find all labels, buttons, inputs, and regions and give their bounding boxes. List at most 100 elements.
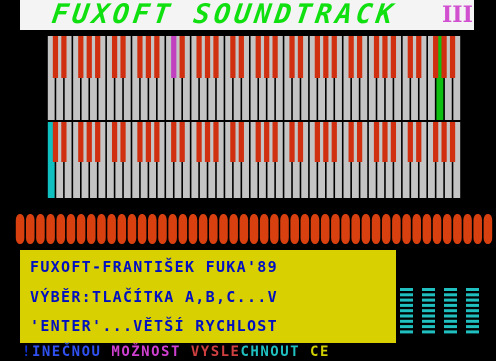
black-key[interactable] — [137, 122, 143, 162]
meter-segment — [444, 319, 457, 323]
meter-segment — [444, 325, 457, 329]
black-key[interactable] — [382, 122, 388, 162]
strip-svg — [15, 214, 493, 244]
black-key[interactable] — [145, 122, 152, 162]
black-key[interactable] — [356, 36, 363, 78]
black-key[interactable] — [382, 36, 388, 78]
meter-segment — [444, 298, 457, 302]
strip-cell — [453, 214, 462, 244]
meter-segment — [422, 293, 435, 297]
meter-segment — [466, 325, 479, 329]
black-key[interactable] — [78, 122, 84, 162]
strip-cell — [219, 214, 228, 244]
meter-svg — [400, 288, 479, 334]
black-key[interactable] — [204, 122, 211, 162]
black-key[interactable] — [331, 122, 337, 162]
black-key[interactable] — [433, 122, 439, 162]
meter-segment — [422, 330, 435, 334]
black-key[interactable] — [264, 122, 270, 162]
strip-cell — [320, 214, 330, 244]
black-key[interactable] — [111, 122, 118, 162]
black-key[interactable] — [78, 36, 84, 78]
meter-segment — [400, 319, 413, 323]
black-key[interactable] — [171, 36, 177, 78]
black-key[interactable] — [416, 36, 422, 78]
black-key[interactable] — [230, 36, 236, 78]
black-key[interactable] — [407, 122, 413, 162]
black-key[interactable] — [137, 36, 143, 78]
strip-cell — [56, 214, 66, 244]
black-key[interactable] — [390, 122, 397, 162]
black-key[interactable] — [238, 36, 244, 78]
piano-keyboard-lower[interactable] — [47, 122, 461, 198]
strip-cell — [371, 214, 381, 244]
black-key[interactable] — [416, 122, 422, 162]
black-key[interactable] — [145, 36, 152, 78]
black-key[interactable] — [86, 122, 92, 162]
black-key[interactable] — [348, 36, 354, 78]
black-key[interactable] — [52, 36, 59, 78]
black-key[interactable] — [449, 36, 456, 78]
black-key[interactable] — [230, 122, 236, 162]
black-key[interactable] — [154, 36, 160, 78]
meter-segment — [422, 325, 435, 329]
black-key[interactable] — [289, 36, 295, 78]
info-panel: FUXOFT-FRANTIŠEK FUKA'89 VÝBĚR:TLAČÍTKA … — [20, 250, 396, 343]
black-key[interactable] — [323, 122, 329, 162]
black-key[interactable] — [171, 122, 177, 162]
black-key[interactable] — [95, 36, 101, 78]
black-key[interactable] — [213, 122, 219, 162]
black-key[interactable] — [179, 36, 185, 78]
black-key[interactable] — [323, 36, 329, 78]
black-key[interactable] — [196, 36, 202, 78]
strip-cell — [432, 214, 442, 244]
piano-keyboard-upper[interactable] — [47, 36, 461, 120]
black-key[interactable] — [238, 122, 244, 162]
black-key[interactable] — [86, 36, 92, 78]
black-key[interactable] — [390, 36, 397, 78]
black-key[interactable] — [407, 36, 413, 78]
black-key[interactable] — [111, 36, 118, 78]
black-key[interactable] — [255, 122, 261, 162]
black-key[interactable] — [204, 36, 211, 78]
black-key[interactable] — [331, 36, 337, 78]
meter-segment — [400, 330, 413, 334]
black-key[interactable] — [255, 36, 261, 78]
black-key[interactable] — [52, 122, 59, 162]
black-key[interactable] — [433, 36, 439, 78]
black-key[interactable] — [314, 36, 320, 78]
black-key[interactable] — [196, 122, 202, 162]
black-key[interactable] — [264, 36, 270, 78]
black-key[interactable] — [120, 122, 126, 162]
strip-cell — [158, 214, 167, 244]
black-key[interactable] — [373, 122, 380, 162]
scroller-segment: CE — [310, 344, 330, 360]
strip-cell — [341, 214, 350, 244]
black-key[interactable] — [154, 122, 160, 162]
black-key[interactable] — [348, 122, 354, 162]
strip-cell — [239, 214, 249, 244]
strip-cell — [209, 214, 218, 244]
black-key[interactable] — [95, 122, 101, 162]
strip-cell — [76, 214, 86, 244]
black-key[interactable] — [356, 122, 363, 162]
black-key[interactable] — [373, 36, 380, 78]
title-numeral: III — [442, 2, 473, 28]
black-key[interactable] — [179, 122, 185, 162]
black-key[interactable] — [213, 36, 219, 78]
black-key[interactable] — [314, 122, 320, 162]
black-key[interactable] — [297, 36, 304, 78]
strip-cell — [392, 214, 401, 244]
black-key[interactable] — [61, 36, 67, 78]
black-key[interactable] — [449, 122, 456, 162]
black-key[interactable] — [441, 122, 447, 162]
black-key[interactable] — [120, 36, 126, 78]
black-key[interactable] — [289, 122, 295, 162]
meter-segment — [422, 298, 435, 302]
black-key[interactable] — [272, 122, 278, 162]
black-key[interactable] — [272, 36, 278, 78]
black-key[interactable] — [61, 122, 67, 162]
strip-cell — [259, 214, 269, 244]
black-key[interactable] — [297, 122, 304, 162]
black-key[interactable] — [441, 36, 447, 78]
